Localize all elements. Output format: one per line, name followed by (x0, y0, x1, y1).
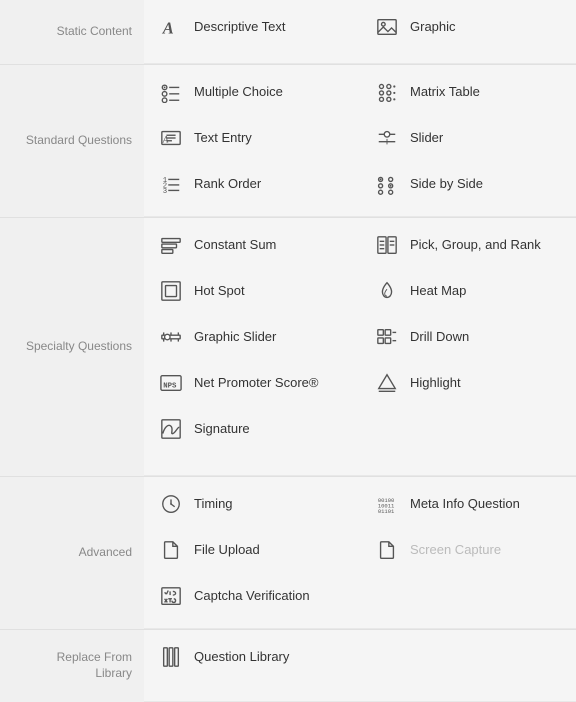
item-label-net-promoter: Net Promoter Score® (194, 375, 318, 391)
item-descriptive-text[interactable]: A Descriptive Text (144, 4, 360, 50)
graphic-slider-icon (158, 324, 184, 350)
item-text-entry[interactable]: A Text Entry (144, 115, 360, 161)
content-standard: Multiple Choice (144, 65, 576, 217)
captcha-icon (158, 583, 184, 609)
section-advanced: Advanced Timing (0, 476, 576, 629)
item-label-meta-info: Meta Info Question (410, 496, 520, 512)
item-multiple-choice[interactable]: Multiple Choice (144, 69, 360, 115)
item-label-slider: Slider (410, 130, 443, 146)
item-signature[interactable]: Signature (144, 406, 360, 452)
sidebar-label-replace: Replace From Library (0, 630, 144, 702)
item-slider[interactable]: Slider (360, 115, 576, 161)
constant-sum-icon (158, 232, 184, 258)
hot-spot-icon (158, 278, 184, 304)
item-label-descriptive-text: Descriptive Text (194, 19, 286, 35)
text-entry-icon: A (158, 125, 184, 151)
item-label-graphic: Graphic (410, 19, 456, 35)
matrix-icon (374, 79, 400, 105)
item-file-upload[interactable]: File Upload (144, 527, 360, 573)
slider-icon (374, 125, 400, 151)
svg-text:3: 3 (163, 188, 167, 195)
nps-icon: NPS (158, 370, 184, 396)
sidebar-label-specialty: Specialty Questions (0, 218, 144, 476)
item-graphic[interactable]: Graphic (360, 4, 576, 50)
drill-down-icon (374, 324, 400, 350)
sidebar-label-standard: Standard Questions (0, 65, 144, 217)
item-question-library[interactable]: Question Library (144, 634, 360, 680)
screen-capture-icon (374, 537, 400, 563)
item-hot-spot[interactable]: Hot Spot (144, 268, 360, 314)
item-label-heat-map: Heat Map (410, 283, 466, 299)
heat-map-icon (374, 278, 400, 304)
item-label-multiple-choice: Multiple Choice (194, 84, 283, 100)
item-rank-order[interactable]: 1 2 3 Rank Order (144, 161, 360, 207)
signature-icon (158, 416, 184, 442)
sidebar-label-advanced: Advanced (0, 477, 144, 629)
side-by-side-icon (374, 171, 400, 197)
svg-text:A: A (162, 18, 174, 37)
item-label-screen-capture: Screen Capture (410, 542, 501, 558)
item-label-hot-spot: Hot Spot (194, 283, 245, 299)
svg-text:A: A (162, 135, 169, 145)
item-captcha[interactable]: Captcha Verification (144, 573, 360, 619)
item-label-question-library: Question Library (194, 649, 289, 665)
item-pick-group-rank[interactable]: Pick, Group, and Rank (360, 222, 576, 268)
pick-group-icon (374, 232, 400, 258)
item-screen-capture: Screen Capture (360, 527, 576, 573)
item-label-drill-down: Drill Down (410, 329, 469, 345)
image-icon (374, 14, 400, 40)
content-specialty: Constant Sum Pick, (144, 218, 576, 476)
question-library-icon (158, 644, 184, 670)
item-net-promoter[interactable]: NPS Net Promoter Score® (144, 360, 360, 406)
radio-list-icon (158, 79, 184, 105)
sidebar-label-static: Static Content (0, 0, 144, 64)
item-label-side-by-side: Side by Side (410, 176, 483, 192)
item-side-by-side[interactable]: Side by Side (360, 161, 576, 207)
svg-text:01101: 01101 (378, 508, 395, 515)
section-specialty: Specialty Questions Constant Sum (0, 217, 576, 476)
item-label-captcha: Captcha Verification (194, 588, 310, 604)
item-constant-sum[interactable]: Constant Sum (144, 222, 360, 268)
item-label-text-entry: Text Entry (194, 130, 252, 146)
item-matrix-table[interactable]: Matrix Table (360, 69, 576, 115)
text-a-icon: A (158, 14, 184, 40)
timing-icon (158, 491, 184, 517)
item-graphic-slider[interactable]: Graphic Slider (144, 314, 360, 360)
section-standard: Standard Questions (0, 64, 576, 217)
item-label-signature: Signature (194, 421, 250, 437)
item-meta-info[interactable]: 00100 10011 01101 Meta Info Question (360, 481, 576, 527)
item-label-highlight: Highlight (410, 375, 461, 391)
item-heat-map[interactable]: Heat Map (360, 268, 576, 314)
content-advanced: Timing 00100 10011 01101 Meta Info Quest… (144, 477, 576, 629)
item-label-pick-group-rank: Pick, Group, and Rank (410, 237, 541, 253)
content-static: A Descriptive Text Graphic (144, 0, 576, 64)
highlight-icon (374, 370, 400, 396)
file-upload-icon (158, 537, 184, 563)
content-replace: Question Library (144, 630, 576, 702)
section-static: Static Content A Descriptive Text (0, 0, 576, 64)
item-label-matrix-table: Matrix Table (410, 84, 480, 100)
item-label-timing: Timing (194, 496, 233, 512)
item-timing[interactable]: Timing (144, 481, 360, 527)
item-label-rank-order: Rank Order (194, 176, 261, 192)
section-replace: Replace From Library Question Library (0, 629, 576, 702)
item-drill-down[interactable]: Drill Down (360, 314, 576, 360)
meta-info-icon: 00100 10011 01101 (374, 491, 400, 517)
item-label-file-upload: File Upload (194, 542, 260, 558)
svg-text:NPS: NPS (163, 383, 177, 391)
item-label-graphic-slider: Graphic Slider (194, 329, 276, 345)
rank-icon: 1 2 3 (158, 171, 184, 197)
item-highlight[interactable]: Highlight (360, 360, 576, 406)
item-label-constant-sum: Constant Sum (194, 237, 276, 253)
